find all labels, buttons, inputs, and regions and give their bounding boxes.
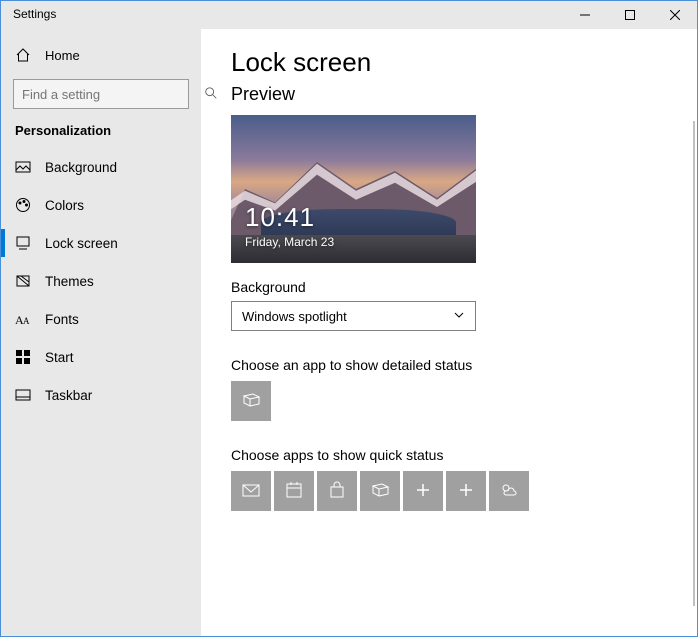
- quick-status-row: [231, 471, 667, 511]
- sidebar-item-label: Home: [45, 48, 80, 63]
- sidebar-item-label: Start: [45, 350, 74, 365]
- background-dropdown[interactable]: Windows spotlight: [231, 301, 476, 331]
- quick-status-tile[interactable]: [317, 471, 357, 511]
- quick-status-tile[interactable]: [489, 471, 529, 511]
- mail-icon: [241, 480, 261, 503]
- quick-status-tile[interactable]: [274, 471, 314, 511]
- home-icon: [15, 47, 31, 63]
- sidebar-item-label: Background: [45, 160, 117, 175]
- start-icon: [15, 349, 31, 365]
- calendar-icon: [284, 480, 304, 503]
- plus-icon: [456, 480, 476, 503]
- windows-3d-icon: [370, 480, 390, 503]
- palette-icon: [15, 197, 31, 213]
- plus-icon: [413, 480, 433, 503]
- svg-text:A: A: [23, 316, 30, 326]
- sidebar-item-background[interactable]: Background: [1, 148, 201, 186]
- close-button[interactable]: [652, 1, 697, 29]
- sidebar-item-label: Fonts: [45, 312, 79, 327]
- maximize-button[interactable]: [607, 1, 652, 29]
- scrollbar[interactable]: [693, 121, 695, 606]
- sidebar-item-label: Colors: [45, 198, 84, 213]
- lockscreen-icon: [15, 235, 31, 251]
- quick-status-tile[interactable]: [403, 471, 443, 511]
- background-label: Background: [231, 279, 667, 295]
- content-area: Lock screen Preview 10:41 Friday, March …: [201, 29, 697, 636]
- sidebar-item-label: Themes: [45, 274, 94, 289]
- preview-time: 10:41: [245, 202, 315, 233]
- picture-icon: [15, 159, 31, 175]
- titlebar: Settings: [1, 1, 697, 29]
- search-field[interactable]: [22, 87, 198, 102]
- preview-date: Friday, March 23: [245, 235, 334, 249]
- taskbar-icon: [15, 387, 31, 403]
- sidebar-item-label: Taskbar: [45, 388, 92, 403]
- sidebar-item-start[interactable]: Start: [1, 338, 201, 376]
- settings-window: Settings Home: [0, 0, 698, 637]
- dropdown-value: Windows spotlight: [242, 309, 347, 324]
- sidebar-item-home[interactable]: Home: [1, 37, 201, 73]
- sidebar: Home Personalization Background: [1, 29, 201, 636]
- sidebar-item-colors[interactable]: Colors: [1, 186, 201, 224]
- weather-icon: [499, 480, 519, 503]
- preview-heading: Preview: [231, 84, 667, 105]
- sidebar-item-taskbar[interactable]: Taskbar: [1, 376, 201, 414]
- detailed-status-app-tile[interactable]: [231, 381, 271, 421]
- sidebar-item-lockscreen[interactable]: Lock screen: [1, 224, 201, 262]
- store-icon: [327, 480, 347, 503]
- quick-status-label: Choose apps to show quick status: [231, 447, 667, 463]
- page-title: Lock screen: [231, 47, 667, 78]
- quick-status-tile[interactable]: [360, 471, 400, 511]
- search-input[interactable]: [13, 79, 189, 109]
- chevron-down-icon: [453, 309, 465, 324]
- sidebar-item-fonts[interactable]: AA Fonts: [1, 300, 201, 338]
- quick-status-tile[interactable]: [446, 471, 486, 511]
- sidebar-item-label: Lock screen: [45, 236, 118, 251]
- window-title: Settings: [1, 1, 56, 21]
- detailed-status-label: Choose an app to show detailed status: [231, 357, 667, 373]
- themes-icon: [15, 273, 31, 289]
- quick-status-tile[interactable]: [231, 471, 271, 511]
- windows-3d-icon: [241, 390, 261, 413]
- minimize-button[interactable]: [562, 1, 607, 29]
- sidebar-category: Personalization: [1, 119, 201, 148]
- lockscreen-preview[interactable]: 10:41 Friday, March 23: [231, 115, 476, 263]
- sidebar-item-themes[interactable]: Themes: [1, 262, 201, 300]
- fonts-icon: AA: [15, 311, 31, 327]
